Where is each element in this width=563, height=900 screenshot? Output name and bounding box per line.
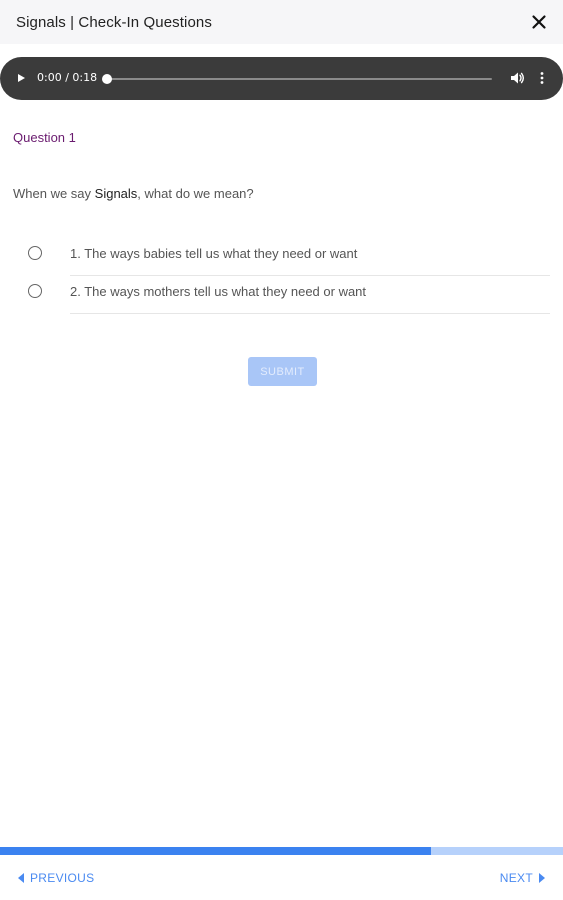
radio-button-2[interactable] [28, 284, 42, 298]
check-in-page: Signals | Check-In Questions 0:00 / 0:18 [0, 0, 563, 900]
question-text: When we say Signals, what do we mean? [13, 186, 254, 201]
progress-bar-fill [0, 847, 431, 855]
progress-bar [0, 847, 563, 855]
radio-button-1[interactable] [28, 246, 42, 260]
divider [70, 313, 550, 314]
question-text-after: , what do we mean? [137, 186, 254, 201]
chevron-left-icon [18, 873, 24, 883]
audio-seek-thumb[interactable] [102, 74, 112, 84]
question-text-before: When we say [13, 186, 95, 201]
answer-option-label: 2. The ways mothers tell us what they ne… [70, 284, 367, 299]
more-options-button[interactable] [536, 70, 548, 86]
play-icon [18, 74, 25, 82]
next-label: NEXT [499, 871, 533, 885]
answer-option-label: 1. The ways babies tell us what they nee… [70, 246, 358, 261]
previous-button[interactable]: PREVIOUS [18, 871, 94, 885]
answer-option-2[interactable]: 2. The ways mothers tell us what they ne… [0, 276, 563, 314]
previous-label: PREVIOUS [30, 871, 95, 885]
question-keyword: Signals [94, 186, 138, 201]
more-vertical-icon [540, 72, 544, 84]
header-bar: Signals | Check-In Questions [0, 0, 563, 44]
audio-seek-bar[interactable] [106, 78, 492, 80]
next-button[interactable]: NEXT [500, 871, 545, 885]
close-icon [532, 15, 546, 29]
volume-icon [511, 72, 524, 84]
page-title: Signals | Check-In Questions [16, 13, 212, 31]
chevron-right-icon [539, 873, 545, 883]
audio-time: 0:00 / 0:18 [37, 71, 98, 84]
answer-option-1[interactable]: 1. The ways babies tell us what they nee… [0, 238, 563, 276]
audio-player: 0:00 / 0:18 [0, 57, 563, 100]
volume-button[interactable] [509, 70, 525, 86]
submit-button[interactable]: SUBMIT [248, 357, 317, 386]
play-button[interactable] [14, 71, 28, 85]
close-button[interactable] [529, 12, 549, 32]
question-number: Question 1 [13, 130, 76, 145]
